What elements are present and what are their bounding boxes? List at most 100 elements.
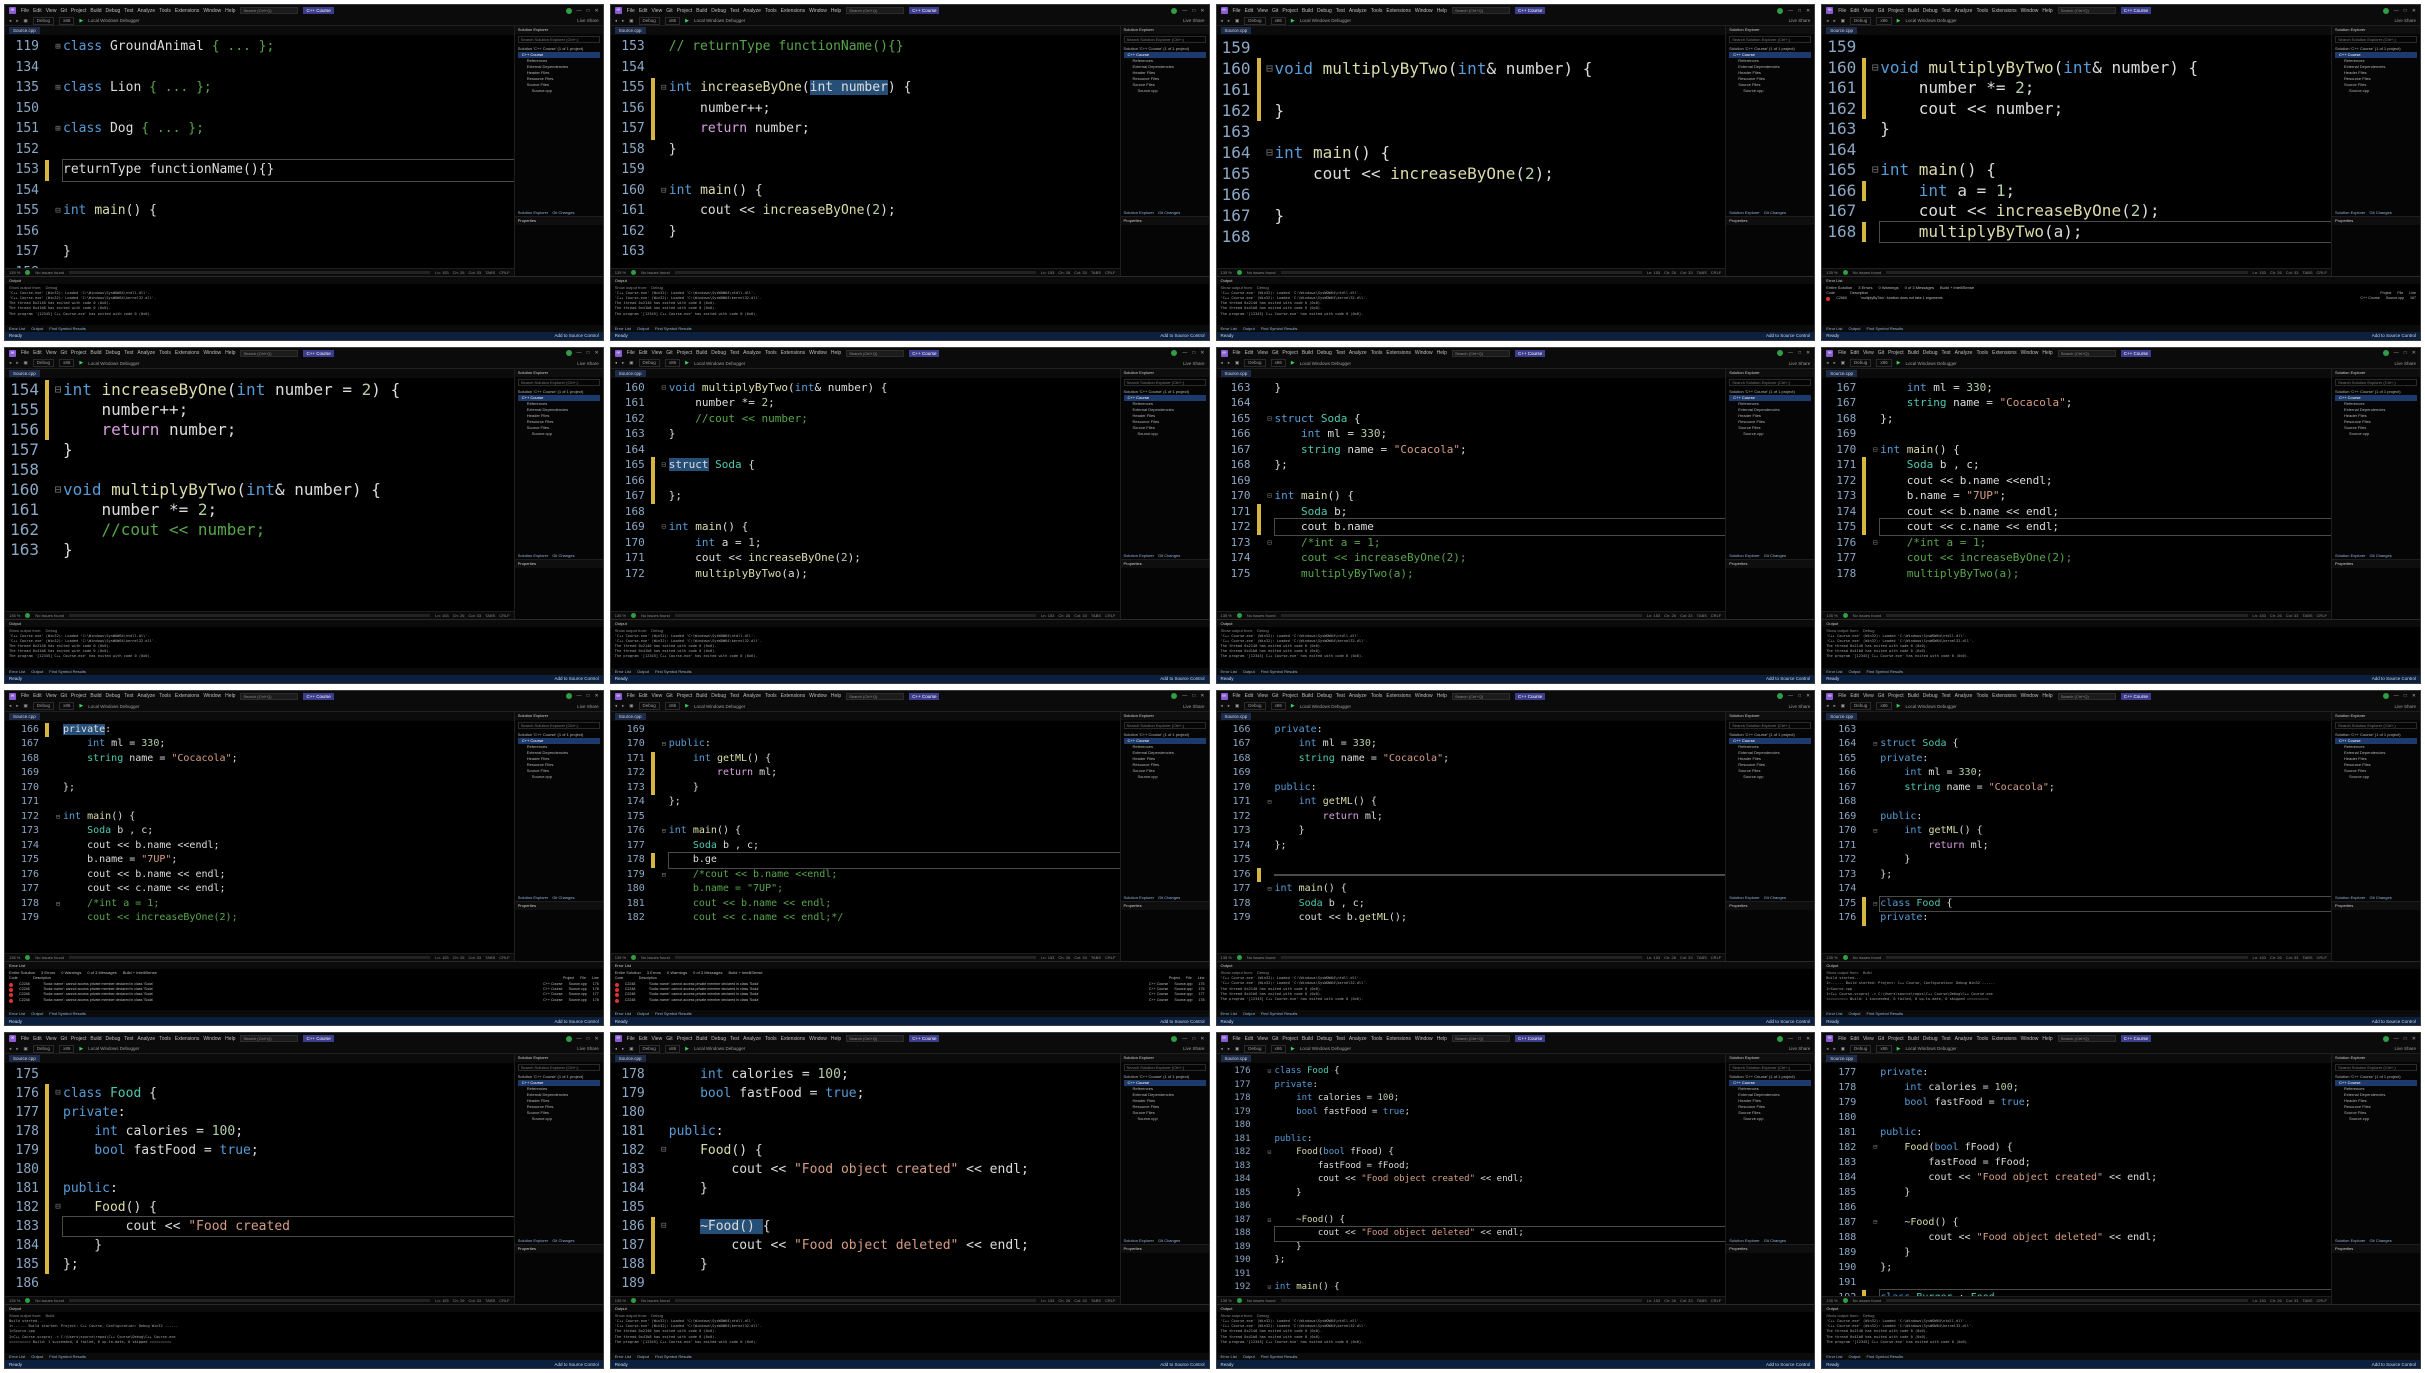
horizontal-scrollbar[interactable]	[69, 270, 431, 274]
menu-edit[interactable]: Edit	[639, 693, 648, 699]
error-filter[interactable]: 0 of 3 Messages	[87, 969, 116, 976]
start-debugging-icon[interactable]: ▶	[1897, 1046, 1901, 1052]
menu-tools[interactable]: Tools	[159, 693, 171, 699]
maximize-icon[interactable]: □	[1798, 8, 1801, 14]
configuration-dropdown[interactable]: Debug	[32, 359, 55, 368]
search-input[interactable]: Search (Ctrl+Q)	[846, 349, 905, 357]
tree-item-7[interactable]: Source.cpp	[518, 88, 600, 94]
run-target-label[interactable]: Local Windows Debugger	[88, 361, 139, 366]
code-line[interactable]: 185	[611, 1198, 1120, 1217]
menu-git[interactable]: Git	[60, 693, 66, 699]
code-line[interactable]: 170 int a = 1;	[611, 535, 1120, 551]
document-tab-source-cpp[interactable]: Source.cpp	[9, 27, 40, 34]
zoom-level[interactable]: 135 %	[615, 613, 626, 618]
menu-test[interactable]: Test	[1942, 1036, 1951, 1042]
close-icon[interactable]: ✕	[2412, 693, 2416, 699]
menu-tools[interactable]: Tools	[1976, 8, 1988, 14]
code-line[interactable]: 163}	[1217, 380, 1726, 396]
back-arrow-icon[interactable]: ◂	[1221, 703, 1223, 709]
bottom-tab[interactable]: Output	[637, 668, 649, 675]
bottom-tab[interactable]: Find Symbol Results	[655, 668, 692, 675]
collapse-icon[interactable]: ⊟	[1870, 737, 1880, 752]
menu-project[interactable]: Project	[1888, 350, 1904, 356]
code-line[interactable]: 175 cout << c.name << endl;	[1822, 518, 2331, 536]
menu-build[interactable]: Build	[696, 8, 707, 14]
code-line[interactable]: 192class Burger : Food	[1822, 1289, 2331, 1296]
minimize-icon[interactable]: —	[1182, 350, 1187, 356]
code-line[interactable]: 178 multiplyByTwo(a);	[1822, 566, 2331, 582]
code-line[interactable]: 151 ⊞ class Dog { ... };	[5, 119, 514, 140]
forward-arrow-icon[interactable]: ▸	[1834, 703, 1836, 709]
code-line[interactable]: 157}	[5, 242, 514, 263]
side-tab[interactable]: Solution Explorer	[518, 1237, 548, 1244]
document-tab-source-cpp[interactable]: Source.cpp	[1826, 27, 1858, 34]
menu-test[interactable]: Test	[124, 8, 133, 14]
code-line[interactable]: 179 cout << b.getML();	[1217, 911, 1726, 926]
menu-debug[interactable]: Debug	[711, 350, 726, 356]
code-line[interactable]: 186 ⊟ ~Food() {	[611, 1217, 1120, 1237]
code-line[interactable]: 155 ⊟ int main() {	[5, 201, 514, 222]
collapse-icon[interactable]: ⊟	[1265, 411, 1275, 427]
collapse-icon[interactable]: ⊟	[659, 868, 669, 883]
back-arrow-icon[interactable]: ◂	[9, 18, 11, 24]
zoom-level[interactable]: 135 %	[615, 1298, 626, 1303]
code-line[interactable]: 173 Soda b , c;	[5, 824, 514, 839]
code-line[interactable]: 166 private:	[1217, 723, 1726, 738]
menu-tools[interactable]: Tools	[1371, 350, 1383, 356]
side-tab[interactable]: Solution Explorer	[1729, 1237, 1759, 1244]
back-arrow-icon[interactable]: ◂	[1826, 360, 1828, 366]
code-line[interactable]: 160 ⊟ int main() {	[611, 181, 1120, 202]
bottom-tab[interactable]: Output	[1848, 325, 1860, 332]
menu-extensions[interactable]: Extensions	[781, 350, 805, 356]
add-to-source-control-button[interactable]: Add to Source Control	[554, 1362, 598, 1367]
configuration-dropdown[interactable]: Debug	[638, 16, 660, 25]
run-target-label[interactable]: Local Windows Debugger	[88, 18, 139, 23]
account-avatar[interactable]	[1777, 693, 1784, 699]
bottom-tab[interactable]: Find Symbol Results	[1261, 668, 1298, 675]
code-line[interactable]: 179 bool fastFood = true;	[5, 1141, 514, 1161]
search-input[interactable]: Search (Ctrl+Q)	[2057, 692, 2116, 700]
code-line[interactable]: 164	[611, 442, 1120, 458]
side-tab[interactable]: Git Changes	[1764, 209, 1786, 216]
menu-view[interactable]: View	[1863, 693, 1874, 699]
code-line[interactable]: 186	[1217, 1200, 1726, 1214]
code-line[interactable]: 176 cout << b.name << endl;	[5, 868, 514, 883]
menu-debug[interactable]: Debug	[711, 8, 726, 14]
run-target-label[interactable]: Local Windows Debugger	[694, 361, 745, 366]
code-line[interactable]: 175 ⊟ class Food {	[1822, 895, 2331, 912]
save-all-icon[interactable]: ▣	[1235, 1046, 1239, 1052]
code-line[interactable]: 166	[1217, 184, 1726, 205]
bottom-tab[interactable]: Error List	[9, 1353, 25, 1360]
add-to-source-control-button[interactable]: Add to Source Control	[2372, 333, 2416, 338]
code-line[interactable]: 166 int a = 1;	[1822, 180, 2331, 201]
minimize-icon[interactable]: —	[1182, 693, 1187, 699]
solution-explorer-search[interactable]: Search Solution Explorer (Ctrl+;)	[517, 721, 600, 729]
code-line[interactable]: 153// returnType functionName(){}	[611, 37, 1120, 58]
collapse-icon[interactable]: ⊟	[1870, 535, 1880, 551]
error-filter[interactable]: Build + IntelliSense	[728, 969, 762, 976]
code-line[interactable]: 167 string name = "Cocacola";	[1217, 442, 1726, 458]
menu-analyze[interactable]: Analyze	[743, 693, 761, 699]
bottom-tab[interactable]: Find Symbol Results	[49, 1010, 86, 1017]
solution-explorer-search[interactable]: Search Solution Explorer (Ctrl+;)	[1729, 378, 1812, 386]
menu-analyze[interactable]: Analyze	[1955, 8, 1973, 14]
menu-file[interactable]: File	[627, 1036, 635, 1042]
solution-explorer-search[interactable]: Search Solution Explorer (Ctrl+;)	[1123, 1064, 1206, 1072]
menu-project[interactable]: Project	[677, 8, 693, 14]
code-line[interactable]: 186	[5, 1274, 514, 1293]
code-area[interactable]: 159 160 ⊟ void multiplyByTwo(int& number) {…	[1216, 35, 1726, 268]
solution-explorer-search[interactable]: Search Solution Explorer (Ctrl+;)	[1729, 721, 1812, 729]
menu-view[interactable]: View	[46, 350, 57, 356]
menu-build[interactable]: Build	[90, 693, 101, 699]
start-debugging-icon[interactable]: ▶	[1897, 703, 1901, 709]
configuration-dropdown[interactable]: Debug	[1850, 16, 1872, 25]
back-arrow-icon[interactable]: ◂	[1826, 1046, 1828, 1052]
horizontal-scrollbar[interactable]	[69, 956, 431, 960]
menu-debug[interactable]: Debug	[1923, 1036, 1938, 1042]
horizontal-scrollbar[interactable]	[1280, 1299, 1642, 1302]
zoom-level[interactable]: 135 %	[1826, 270, 1837, 275]
side-tab[interactable]: Solution Explorer	[2335, 552, 2365, 559]
code-line[interactable]: 170};	[5, 781, 514, 796]
horizontal-scrollbar[interactable]	[1886, 956, 2248, 960]
collapse-icon[interactable]: ⊟	[53, 897, 63, 912]
